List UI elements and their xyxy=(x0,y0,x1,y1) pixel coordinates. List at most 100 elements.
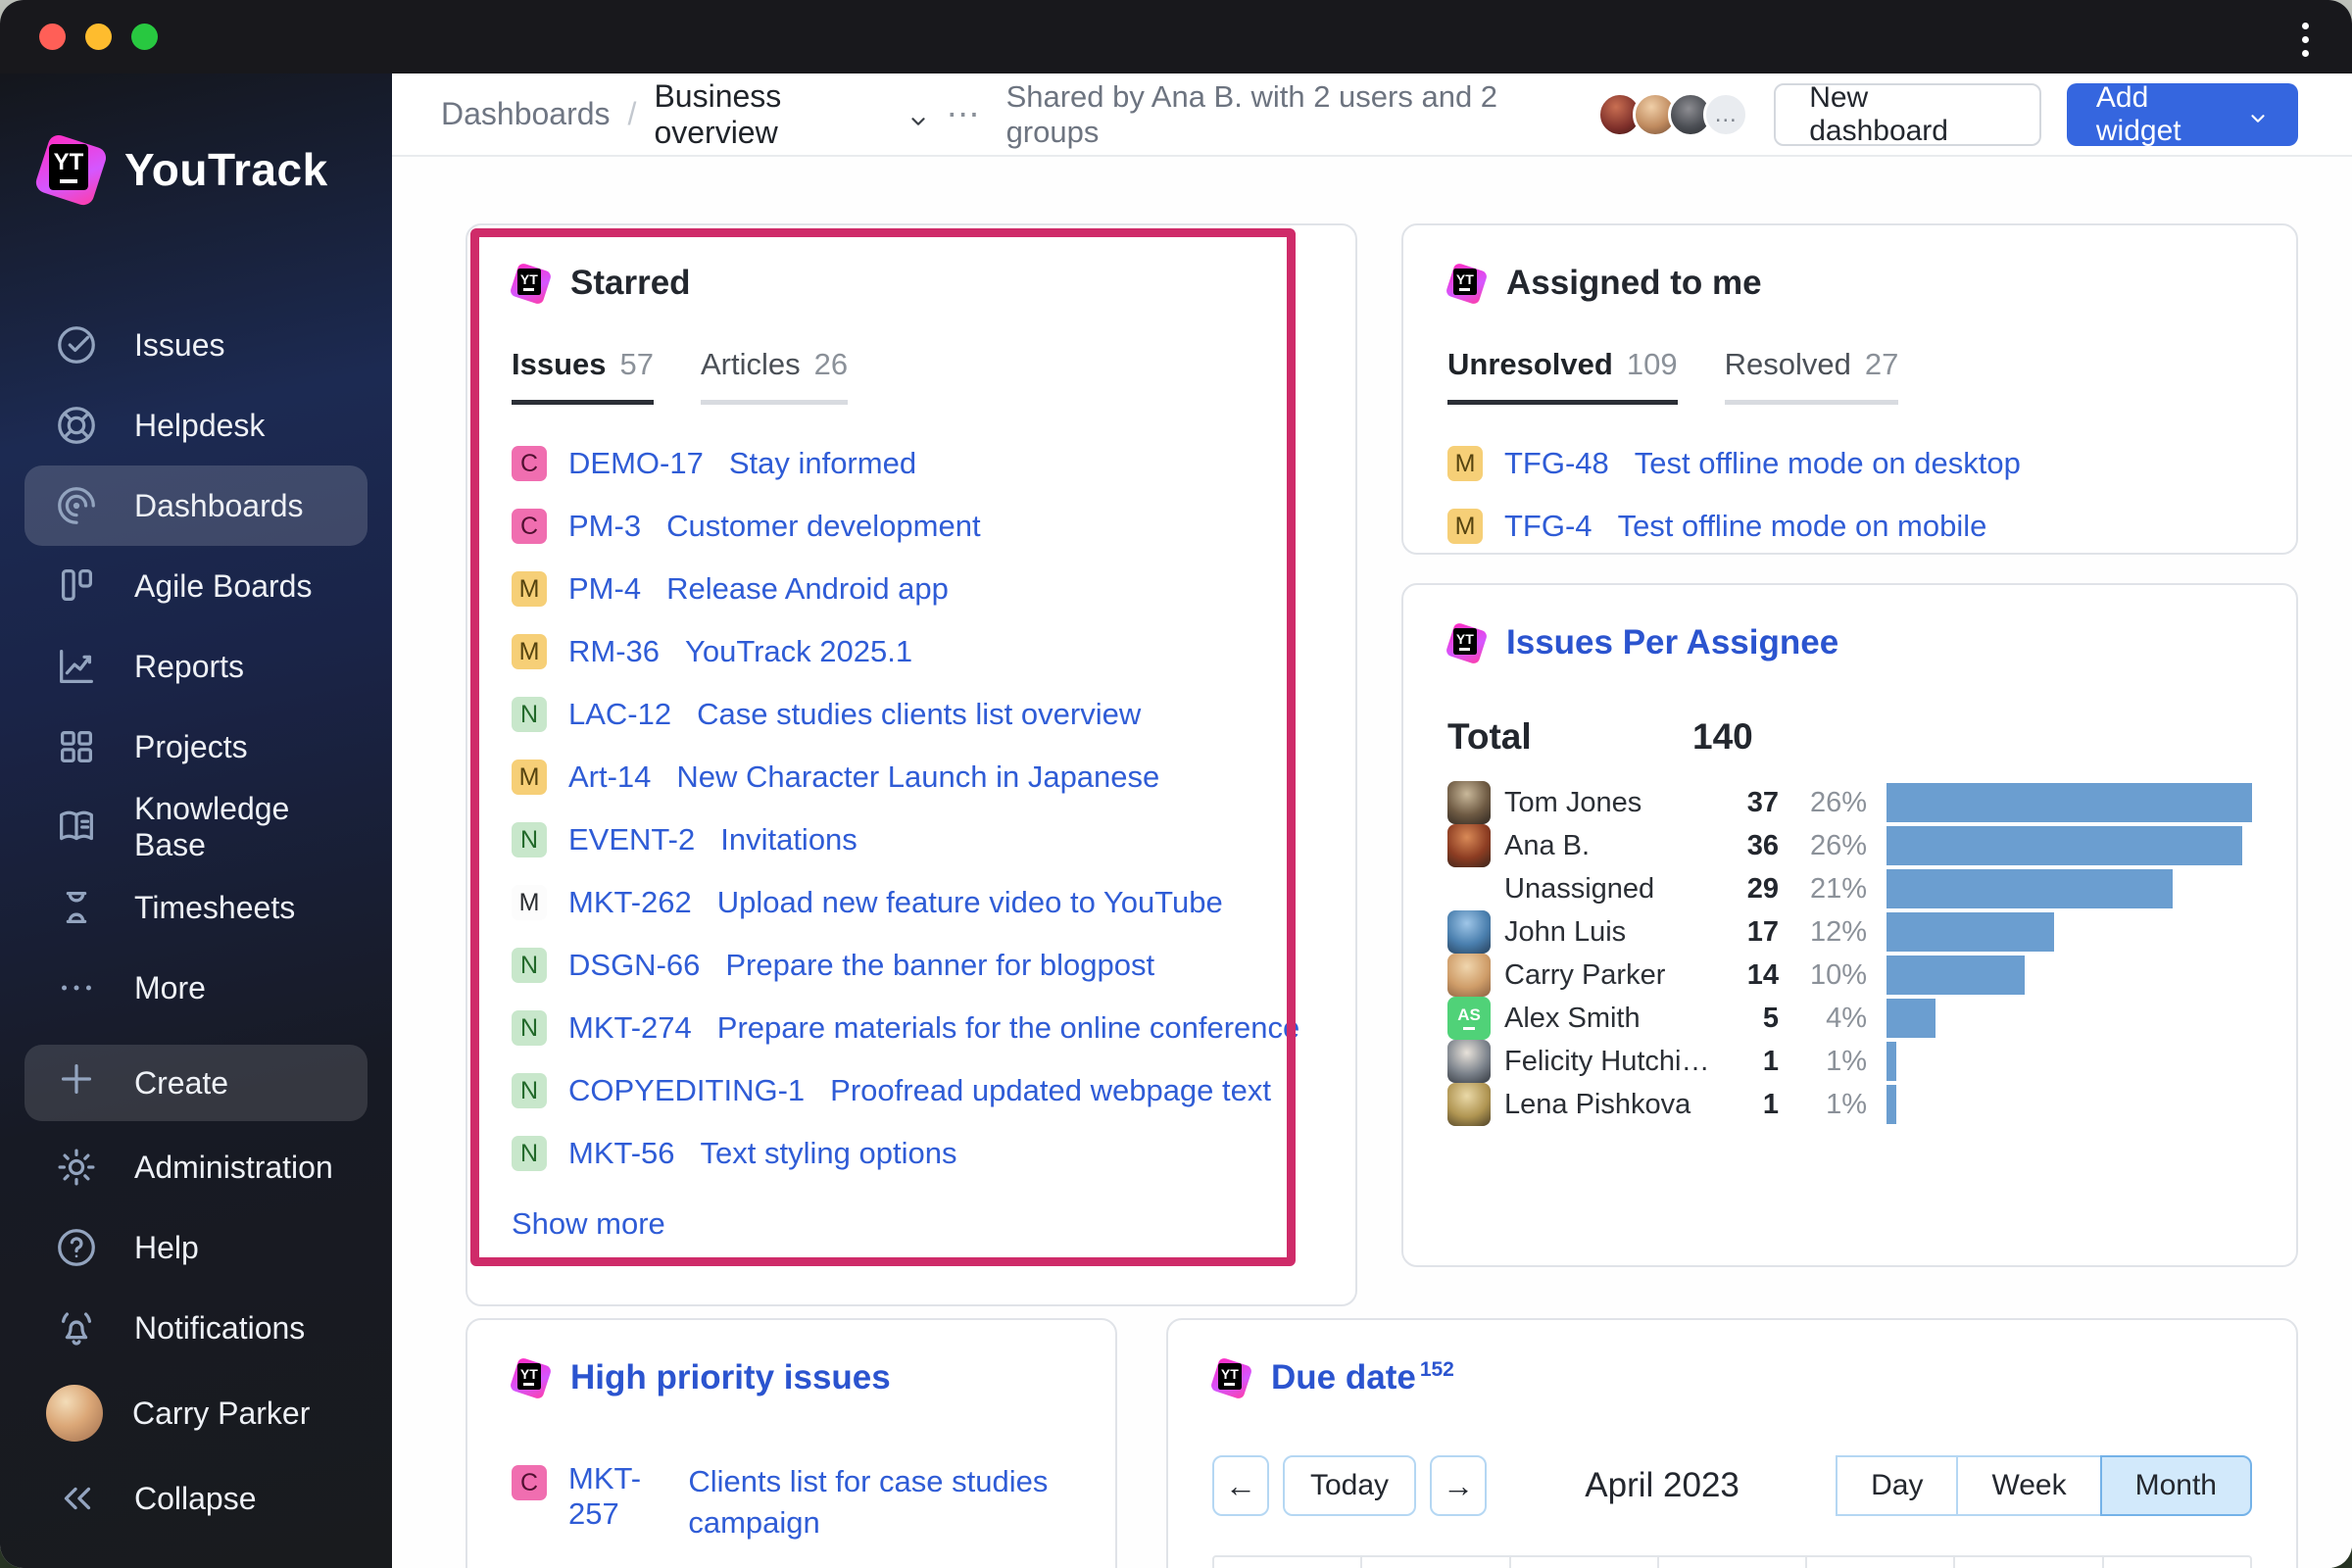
issue-row: C PM-3 Customer development xyxy=(512,495,1311,558)
sidebar-item-projects[interactable]: Projects xyxy=(24,707,368,787)
agile-boards-icon xyxy=(54,564,99,609)
issue-title-link[interactable]: Prepare materials for the online confere… xyxy=(717,1010,1300,1046)
total-row: Total 140 xyxy=(1447,716,2252,758)
issue-row: N EVENT-2 Invitations xyxy=(512,808,1311,871)
assignee-count: 14 xyxy=(1746,958,1779,991)
issue-title-link[interactable]: Proofread updated webpage text xyxy=(830,1073,1271,1108)
issue-title-link[interactable]: YouTrack 2025.1 xyxy=(685,634,912,669)
starred-tabs: Issues 57 Articles 26 xyxy=(512,347,1311,405)
issue-id-link[interactable]: MKT-257 xyxy=(568,1461,662,1532)
sidebar-item-issues[interactable]: Issues xyxy=(24,305,368,385)
issue-title-link[interactable]: Text styling options xyxy=(701,1136,957,1171)
sidebar-collapse[interactable]: Collapse xyxy=(24,1458,368,1539)
issue-id-link[interactable]: PM-4 xyxy=(568,571,641,607)
issue-id-link[interactable]: LAC-12 xyxy=(568,697,671,732)
dashboard-more-menu[interactable]: ⋯ xyxy=(947,95,983,134)
bar-track xyxy=(1886,1042,2252,1081)
calendar-controls: ← Today → April 2023 Day Week Month xyxy=(1212,1455,2252,1516)
sidebar-item-label: Knowledge Base xyxy=(134,791,290,862)
tab-label: Unresolved xyxy=(1447,347,1613,381)
issue-id-link[interactable]: EVENT-2 xyxy=(568,822,695,858)
issue-id-link[interactable]: DEMO-17 xyxy=(568,446,704,481)
sidebar-item-label: Notifications xyxy=(134,1309,306,1346)
sidebar-item-help[interactable]: Help xyxy=(24,1207,368,1288)
issue-title-link[interactable]: Release Android app xyxy=(666,571,949,607)
dashboard-title-menu[interactable]: Business overview xyxy=(654,78,928,151)
issue-title-link[interactable]: Customer development xyxy=(666,509,981,544)
sidebar-item-timesheets[interactable]: Timesheets xyxy=(24,867,368,948)
show-more-link[interactable]: Show more xyxy=(512,1206,665,1242)
issue-title-link[interactable]: Clients list for case studies campaign xyxy=(688,1461,1071,1544)
issue-id-link[interactable]: MKT-56 xyxy=(568,1136,675,1171)
issue-title-link[interactable]: Prepare the banner for blogpost xyxy=(725,948,1154,983)
add-widget-button[interactable]: Add widget xyxy=(2066,81,2298,147)
assignee-name: Unassigned xyxy=(1504,872,1655,905)
window-menu-icon[interactable] xyxy=(2285,18,2325,61)
close-button[interactable] xyxy=(39,24,66,50)
view-option[interactable]: Month xyxy=(2099,1455,2252,1516)
tab-label: Articles xyxy=(701,347,801,381)
sidebar-item-label: Helpdesk xyxy=(134,407,266,443)
issue-title-link[interactable]: Stay informed xyxy=(729,446,916,481)
sidebar-item-notifications[interactable]: Notifications xyxy=(24,1288,368,1368)
shared-avatars[interactable]: … xyxy=(1597,91,1749,137)
sidebar-item-more[interactable]: More xyxy=(24,948,368,1028)
widget-title-link[interactable]: Due date 152 xyxy=(1271,1358,1454,1397)
issue-id-link[interactable]: Art-14 xyxy=(568,760,651,795)
issue-id-link[interactable]: RM-36 xyxy=(568,634,660,669)
assignee-percent: 21% xyxy=(1809,872,1867,905)
widget-title-link[interactable]: High priority issues xyxy=(570,1358,891,1397)
sidebar-item-helpdesk[interactable]: Helpdesk xyxy=(24,385,368,466)
sidebar-item-agile-boards[interactable]: Agile Boards xyxy=(24,546,368,626)
avatars-more[interactable]: … xyxy=(1703,91,1749,137)
issue-title-link[interactable]: Upload new feature video to YouTube xyxy=(717,885,1223,920)
assignee-row: Carry Parker 14 10% xyxy=(1447,954,2252,997)
breadcrumb-dashboards[interactable]: Dashboards xyxy=(441,96,611,132)
issue-id-link[interactable]: MKT-262 xyxy=(568,885,692,920)
issue-title-link[interactable]: Test offline mode on mobile xyxy=(1618,509,1987,544)
tab[interactable]: Articles 26 xyxy=(701,347,849,405)
assignee-count: 1 xyxy=(1762,1045,1779,1077)
issue-title-link[interactable]: Invitations xyxy=(720,822,858,858)
issue-id-link[interactable]: TFG-48 xyxy=(1504,446,1609,481)
issue-title-link[interactable]: Test offline mode on desktop xyxy=(1635,446,2021,481)
widget-logo-icon: YT xyxy=(1444,261,1489,306)
issue-id-link[interactable]: PM-3 xyxy=(568,509,641,544)
timesheets-hourglass-icon xyxy=(54,885,99,930)
sidebar-item-dashboards[interactable]: Dashboards xyxy=(24,466,368,546)
high-priority-issue-list: C MKT-257 Clients list for case studies … xyxy=(512,1428,1071,1544)
chevron-down-icon xyxy=(907,104,929,125)
youtrack-logo-icon: YT xyxy=(32,131,109,208)
assignee-percent: 1% xyxy=(1826,1088,1867,1120)
widget-title-link[interactable]: Issues Per Assignee xyxy=(1506,623,1838,662)
issue-title-link[interactable]: Case studies clients list overview xyxy=(697,697,1141,732)
project-badge: M xyxy=(1447,446,1483,481)
tab-label: Issues xyxy=(512,347,607,381)
issue-id-link[interactable]: TFG-4 xyxy=(1504,509,1592,544)
zoom-button[interactable] xyxy=(131,24,158,50)
next-button[interactable]: → xyxy=(1430,1455,1488,1516)
issue-id-link[interactable]: MKT-274 xyxy=(568,1010,692,1046)
new-dashboard-button[interactable]: New dashboard xyxy=(1774,81,2041,147)
assignee-list: Tom Jones 37 26% Ana B. 36 26% Unassigne… xyxy=(1447,781,2252,1126)
today-button[interactable]: Today xyxy=(1283,1455,1417,1516)
tab[interactable]: Resolved 27 xyxy=(1724,347,1899,405)
issue-title-link[interactable]: New Character Launch in Japanese xyxy=(676,760,1159,795)
sidebar-item-label: Reports xyxy=(134,648,245,684)
weekday-cell: Mon xyxy=(1214,1557,1363,1568)
minimize-button[interactable] xyxy=(85,24,112,50)
bar-track xyxy=(1886,783,2252,822)
view-option[interactable]: Day xyxy=(1836,1455,1959,1516)
view-option[interactable]: Week xyxy=(1956,1455,2102,1516)
sidebar-item-administration[interactable]: Administration xyxy=(24,1127,368,1207)
user-avatar xyxy=(46,1385,103,1442)
issue-id-link[interactable]: COPYEDITING-1 xyxy=(568,1073,805,1108)
issue-id-link[interactable]: DSGN-66 xyxy=(568,948,700,983)
sidebar-item-reports[interactable]: Reports xyxy=(24,626,368,707)
sidebar-user[interactable]: Carry Parker xyxy=(24,1368,368,1458)
sidebar-item-knowledge-base[interactable]: Knowledge Base xyxy=(24,787,368,867)
tab[interactable]: Issues 57 xyxy=(512,347,654,405)
prev-button[interactable]: ← xyxy=(1212,1455,1269,1516)
tab[interactable]: Unresolved 109 xyxy=(1447,347,1678,405)
create-button[interactable]: Create xyxy=(24,1045,368,1121)
